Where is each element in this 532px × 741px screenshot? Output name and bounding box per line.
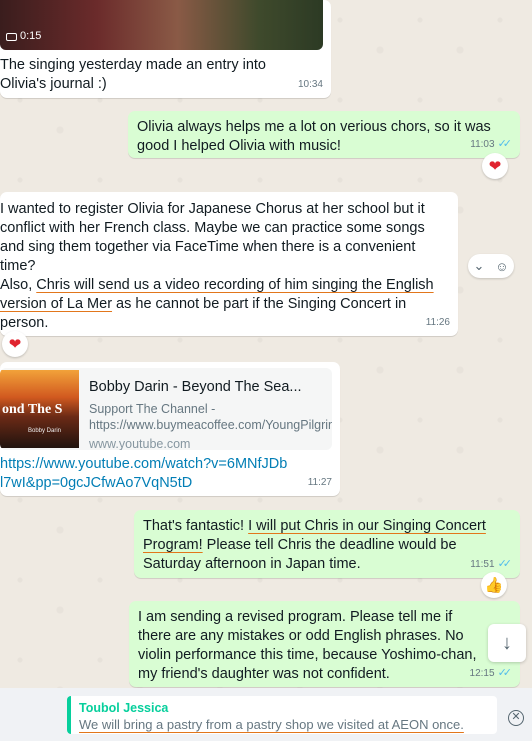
message-time: 11:51 [470, 559, 495, 570]
message-hover-actions: ⌄ ☺ [468, 254, 514, 278]
link-title: Bobby Darin - Beyond The Sea... [89, 379, 302, 395]
message-outgoing[interactable]: Olivia always helps me a lot on verious … [128, 111, 520, 158]
message-incoming-link[interactable]: ond The S Bobby Darin Bobby Darin - Beyo… [0, 362, 340, 496]
reply-preview[interactable]: Toubol Jessica We will bring a pastry fr… [67, 696, 497, 734]
message-incoming-video[interactable]: 0:15 The singing yesterday made an entry… [0, 0, 331, 98]
double-check-read-icon: ✓✓ [497, 558, 513, 570]
heart-reaction-icon[interactable]: ❤ [482, 153, 508, 179]
video-camera-icon [6, 32, 17, 41]
message-text: The singing yesterday made an entry into… [0, 57, 266, 92]
message-time: 12:15 [469, 668, 495, 679]
reply-text: We will bring a pastry from a pastry sho… [79, 717, 464, 732]
video-thumbnail[interactable]: 0:15 [0, 0, 323, 50]
reply-author: Toubol Jessica [79, 701, 169, 715]
close-reply-icon[interactable]: ✕ [508, 710, 524, 726]
message-meta: 11:03 ✓✓ [470, 135, 512, 154]
link-description: Support The Channel - https://www.buymea… [89, 402, 332, 432]
message-time: 11:27 [307, 477, 332, 488]
message-outgoing[interactable]: That's fantastic! I will put Chris in ou… [134, 510, 520, 578]
thumbs-up-reaction-icon[interactable]: 👍 [481, 572, 507, 598]
compose-area: Toubol Jessica We will bring a pastry fr… [0, 688, 532, 741]
message-time: 10:34 [297, 79, 323, 90]
double-check-read-icon: ✓✓ [497, 138, 513, 150]
heart-reaction-icon[interactable]: ❤ [2, 331, 28, 357]
chat-pane: 0:15 The singing yesterday made an entry… [0, 0, 532, 688]
video-duration: 0:15 [6, 27, 41, 46]
message-time: 11:26 [425, 317, 450, 328]
message-time: 11:03 [470, 139, 495, 150]
scroll-to-bottom-button[interactable]: ↓ [488, 624, 526, 662]
arrow-down-icon: ↓ [502, 631, 512, 654]
double-check-read-icon: ✓✓ [497, 667, 513, 679]
message-outgoing[interactable]: I am sending a revised program. Please t… [129, 601, 520, 687]
message-meta: 12:15 ✓✓ [469, 664, 513, 683]
link-preview-card[interactable]: ond The S Bobby Darin Bobby Darin - Beyo… [0, 368, 332, 450]
message-text: I wanted to register Olivia for Japanese… [0, 201, 434, 331]
message-incoming[interactable]: I wanted to register Olivia for Japanese… [0, 192, 458, 336]
message-text: That's fantastic! I will put Chris in ou… [143, 518, 486, 572]
chevron-down-icon[interactable]: ⌄ [473, 258, 484, 274]
message-text: I am sending a revised program. Please t… [138, 609, 477, 682]
message-url-link[interactable]: https://www.youtube.com/watch?v=6MNfJDbl… [0, 455, 290, 493]
link-thumbnail: ond The S Bobby Darin [0, 370, 79, 448]
message-text: Olivia always helps me a lot on verious … [137, 119, 491, 154]
emoji-icon[interactable]: ☺ [495, 259, 508, 274]
link-domain: www.youtube.com [89, 437, 191, 450]
